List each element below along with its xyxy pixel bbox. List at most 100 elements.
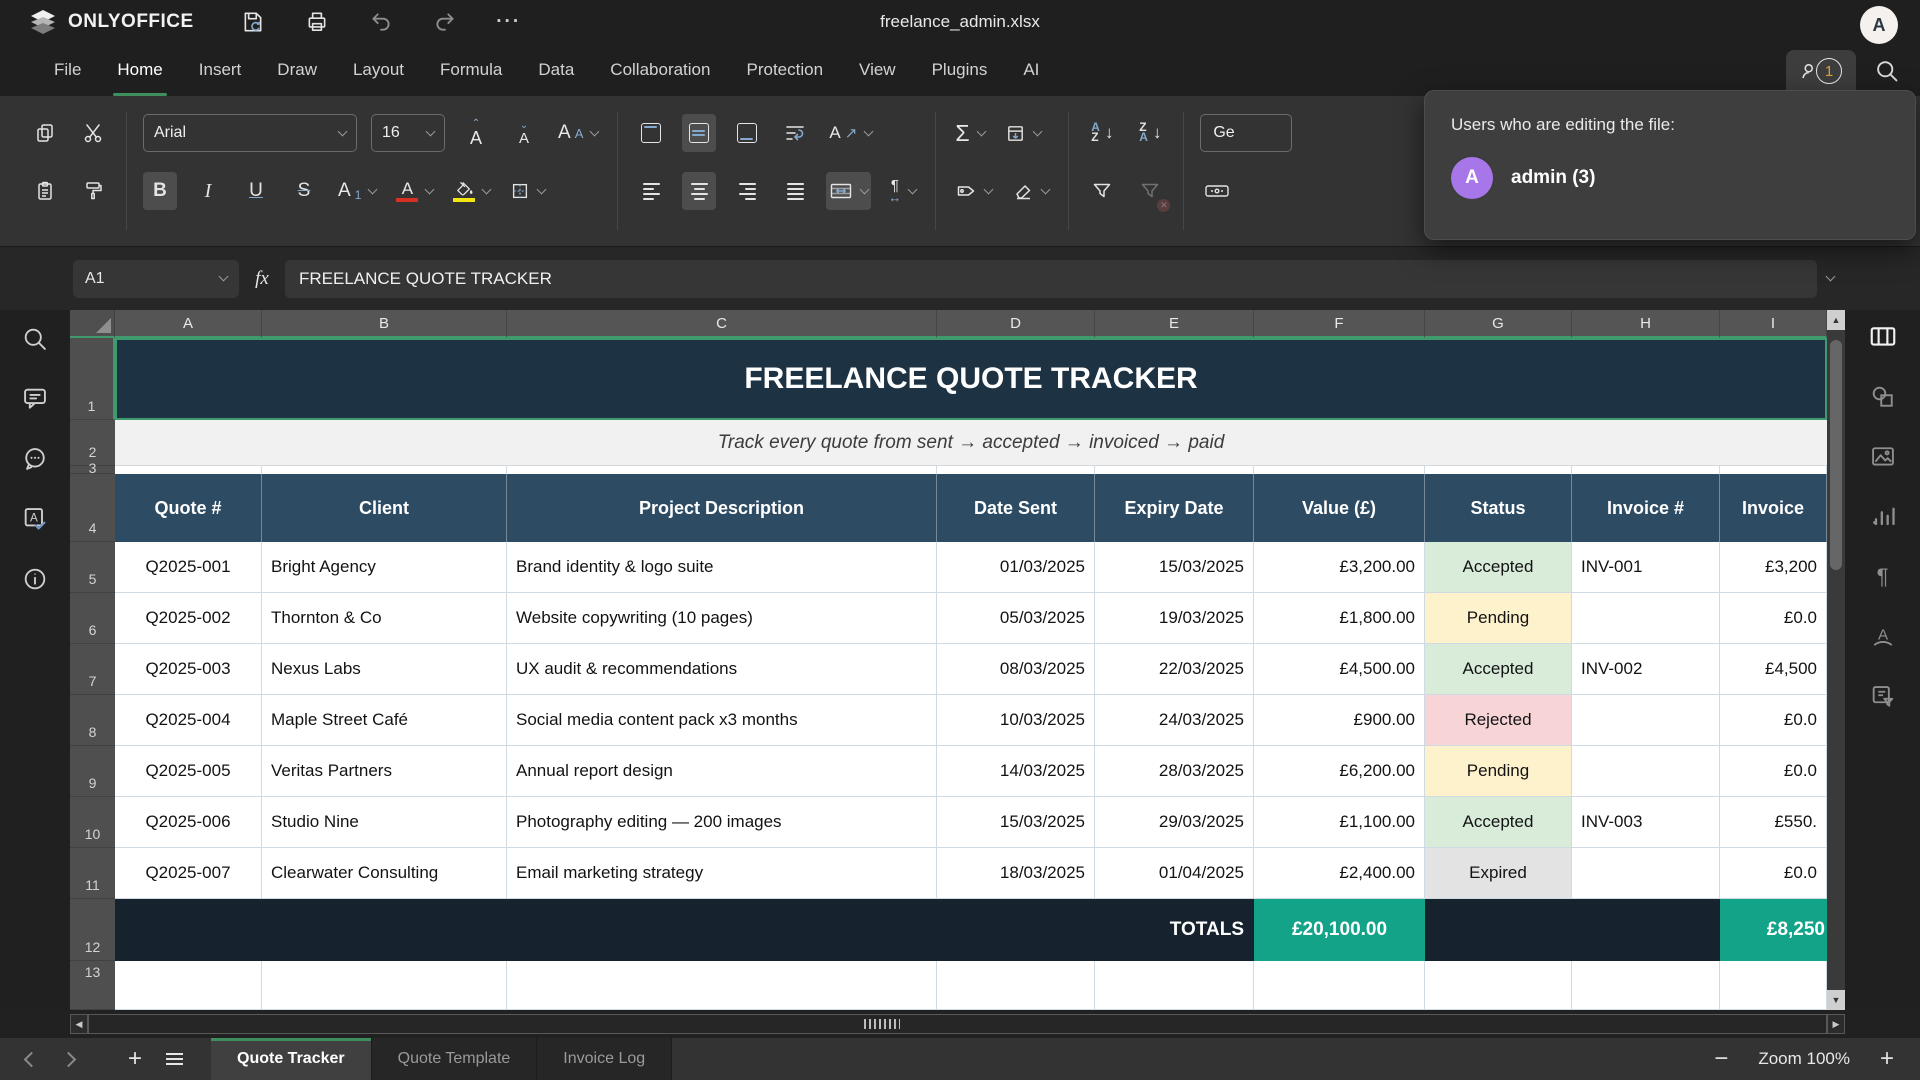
- totals-empty-cell[interactable]: [1572, 899, 1720, 961]
- cell[interactable]: [1572, 746, 1720, 797]
- align-left-button[interactable]: [634, 172, 668, 210]
- align-middle-button[interactable]: [682, 114, 716, 152]
- cell[interactable]: Brand identity & logo suite: [507, 542, 937, 593]
- cell[interactable]: INV-002: [1572, 644, 1720, 695]
- row-header-5[interactable]: 5: [70, 542, 115, 593]
- menu-tab-protection[interactable]: Protection: [732, 44, 837, 96]
- image-settings-icon[interactable]: [1868, 442, 1898, 472]
- column-header-g[interactable]: G: [1425, 310, 1572, 338]
- chat-icon[interactable]: [20, 444, 50, 474]
- cell[interactable]: [1254, 961, 1425, 1010]
- totals-label-cell[interactable]: TOTALS: [1095, 899, 1254, 961]
- cell[interactable]: Maple Street Café: [262, 695, 507, 746]
- cell[interactable]: £6,200.00: [1254, 746, 1425, 797]
- row-header-12[interactable]: 12: [70, 899, 115, 961]
- row-header-13[interactable]: 13: [70, 961, 115, 1010]
- cell[interactable]: Q2025-003: [115, 644, 262, 695]
- header-cell[interactable]: Date Sent: [937, 474, 1095, 542]
- clear-filter-button[interactable]: ✕: [1133, 172, 1167, 210]
- cell[interactable]: 15/03/2025: [1095, 542, 1254, 593]
- undo-button[interactable]: [368, 9, 394, 35]
- zoom-out-button[interactable]: −: [1714, 1047, 1728, 1071]
- account-avatar[interactable]: A: [1860, 6, 1898, 44]
- cell[interactable]: 15/03/2025: [937, 797, 1095, 848]
- cell[interactable]: 18/03/2025: [937, 848, 1095, 899]
- sheet-tab-quote-tracker[interactable]: Quote Tracker: [211, 1038, 372, 1080]
- zoom-in-button[interactable]: +: [1880, 1047, 1894, 1071]
- cell[interactable]: Accepted: [1425, 542, 1572, 593]
- header-cell[interactable]: Quote #: [115, 474, 262, 542]
- cell[interactable]: Photography editing — 200 images: [507, 797, 937, 848]
- search-icon[interactable]: [1872, 56, 1902, 86]
- redo-button[interactable]: [432, 9, 458, 35]
- cell[interactable]: £3,200.00: [1254, 542, 1425, 593]
- row-header-11[interactable]: 11: [70, 848, 115, 899]
- menu-tab-insert[interactable]: Insert: [185, 44, 256, 96]
- font-name-select[interactable]: Arial: [143, 114, 357, 152]
- sheet-tab-quote-template[interactable]: Quote Template: [372, 1038, 538, 1080]
- cell[interactable]: £0.0: [1720, 746, 1827, 797]
- column-header-a[interactable]: A: [115, 310, 262, 338]
- column-header-f[interactable]: F: [1254, 310, 1425, 338]
- cell[interactable]: £0.0: [1720, 593, 1827, 644]
- cell[interactable]: [507, 961, 937, 1010]
- cell[interactable]: [262, 961, 507, 1010]
- menu-tab-formula[interactable]: Formula: [426, 44, 516, 96]
- menu-tab-collaboration[interactable]: Collaboration: [596, 44, 724, 96]
- row-header-3[interactable]: 3: [70, 466, 115, 474]
- totals-spacer[interactable]: [115, 899, 1095, 961]
- add-sheet-button[interactable]: +: [128, 1047, 142, 1071]
- font-color-button[interactable]: A: [393, 172, 436, 210]
- totals-invoiced-cell[interactable]: £8,250: [1720, 899, 1827, 961]
- header-cell[interactable]: Invoice #: [1572, 474, 1720, 542]
- header-cell[interactable]: Invoice: [1720, 474, 1827, 542]
- cell[interactable]: Annual report design: [507, 746, 937, 797]
- scroll-right-button[interactable]: ▶: [1827, 1014, 1845, 1034]
- cell[interactable]: Thornton & Co: [262, 593, 507, 644]
- cell[interactable]: £4,500: [1720, 644, 1827, 695]
- autosum-button[interactable]: Σ: [952, 114, 987, 152]
- align-top-button[interactable]: [634, 114, 668, 152]
- header-cell[interactable]: Client: [262, 474, 507, 542]
- cell[interactable]: Nexus Labs: [262, 644, 507, 695]
- format-painter-button[interactable]: [76, 172, 110, 210]
- name-box[interactable]: A1: [73, 260, 239, 298]
- scroll-left-button[interactable]: ◀: [70, 1014, 88, 1034]
- chart-settings-icon[interactable]: [1868, 502, 1898, 532]
- italic-button[interactable]: I: [191, 172, 225, 210]
- next-sheet-button[interactable]: [61, 1051, 77, 1067]
- cell[interactable]: Q2025-006: [115, 797, 262, 848]
- menu-tab-plugins[interactable]: Plugins: [918, 44, 1002, 96]
- subscript-button[interactable]: A1: [335, 172, 379, 210]
- horizontal-scroll-track[interactable]: [88, 1014, 1827, 1034]
- cell[interactable]: Expired: [1425, 848, 1572, 899]
- shape-settings-icon[interactable]: [1868, 382, 1898, 412]
- menu-tab-draw[interactable]: Draw: [263, 44, 331, 96]
- header-cell[interactable]: Expiry Date: [1095, 474, 1254, 542]
- slicer-settings-icon[interactable]: [1868, 682, 1898, 712]
- align-right-button[interactable]: [730, 172, 764, 210]
- comments-icon[interactable]: [20, 384, 50, 414]
- text-orientation-button[interactable]: A↗: [826, 114, 875, 152]
- cell[interactable]: [1572, 593, 1720, 644]
- more-actions-button[interactable]: ···: [496, 9, 522, 35]
- cell[interactable]: 29/03/2025: [1095, 797, 1254, 848]
- strikethrough-button[interactable]: S: [287, 172, 321, 210]
- cell[interactable]: £550.: [1720, 797, 1827, 848]
- fill-color-button[interactable]: [450, 172, 493, 210]
- cell[interactable]: 05/03/2025: [937, 593, 1095, 644]
- totals-value-cell[interactable]: £20,100.00: [1254, 899, 1425, 961]
- print-button[interactable]: [304, 9, 330, 35]
- menu-tab-layout[interactable]: Layout: [339, 44, 418, 96]
- column-header-d[interactable]: D: [937, 310, 1095, 338]
- expand-formula-bar-chevron[interactable]: [1826, 272, 1836, 282]
- column-header-i[interactable]: I: [1720, 310, 1827, 338]
- cell[interactable]: Q2025-005: [115, 746, 262, 797]
- totals-empty-cell[interactable]: [1425, 899, 1572, 961]
- fx-icon[interactable]: fx: [239, 268, 285, 290]
- fill-down-button[interactable]: [1002, 114, 1044, 152]
- menu-tab-home[interactable]: Home: [103, 44, 176, 96]
- cell[interactable]: Email marketing strategy: [507, 848, 937, 899]
- cell[interactable]: [1425, 961, 1572, 1010]
- named-ranges-button[interactable]: [952, 172, 995, 210]
